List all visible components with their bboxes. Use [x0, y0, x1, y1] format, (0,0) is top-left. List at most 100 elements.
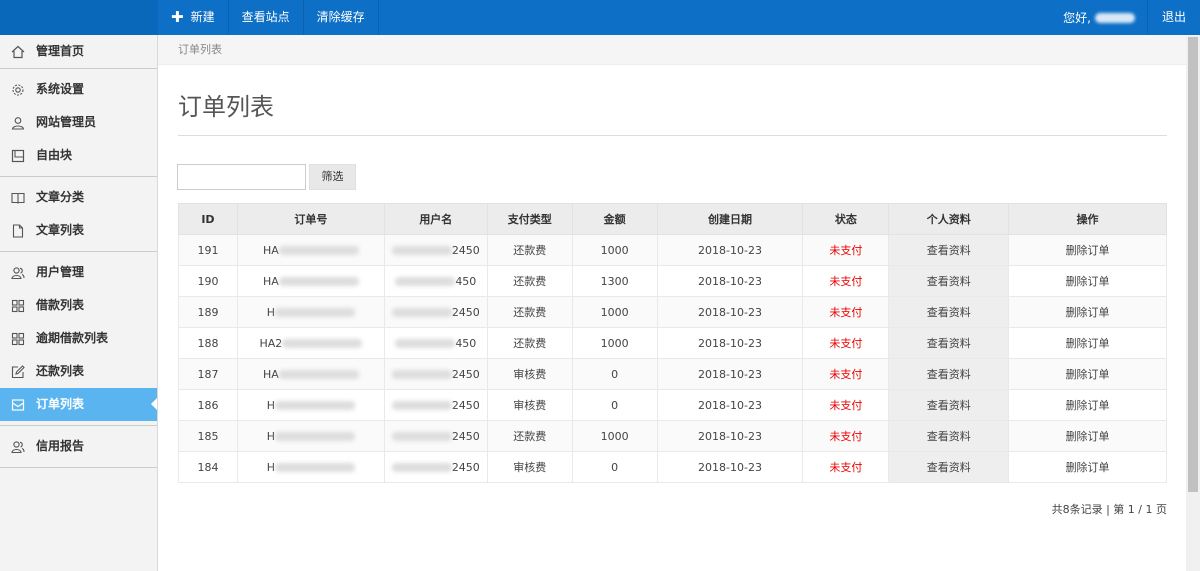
sidebar-item[interactable]: 文章分类	[0, 181, 157, 214]
view-profile-link[interactable]: 查看资料	[888, 451, 1010, 483]
table-row: 184 H 2450 审核费 0 2018-10-23 未支付 查看资料 删除订单	[178, 451, 1167, 483]
plus-icon: ✚	[171, 8, 184, 26]
delete-order-link[interactable]: 删除订单	[1008, 265, 1167, 297]
book-icon	[11, 191, 25, 205]
cell-amount: 1000	[571, 420, 658, 452]
sidebar-item[interactable]: 订单列表	[0, 388, 157, 421]
cell-username: 2450	[383, 389, 488, 421]
sidebar-item[interactable]: 文章列表	[0, 214, 157, 247]
username-suffix: 450	[455, 336, 477, 350]
view-profile-link[interactable]: 查看资料	[888, 327, 1010, 359]
home-icon	[11, 45, 25, 59]
order-no-redacted	[275, 462, 356, 472]
sidebar-item-label: 管理首页	[36, 44, 85, 58]
username-suffix: 2450	[451, 398, 480, 412]
clear-cache-button[interactable]: 清除缓存	[304, 0, 379, 35]
filter-input[interactable]	[177, 164, 306, 190]
cell-status: 未支付	[802, 358, 890, 390]
view-profile-link[interactable]: 查看资料	[888, 389, 1010, 421]
cell-pay-type: 还款费	[486, 327, 573, 359]
table-row: 190 HA 450 还款费 1300 2018-10-23 未支付 查看资料 删除订单	[178, 265, 1167, 297]
cell-id: 188	[178, 327, 238, 359]
order-prefix: H	[266, 460, 276, 474]
cell-amount: 1000	[571, 234, 658, 266]
order-no-redacted	[275, 431, 356, 441]
view-profile-link[interactable]: 查看资料	[888, 265, 1010, 297]
delete-order-link[interactable]: 删除订单	[1008, 327, 1167, 359]
cell-order-no: H	[236, 420, 385, 452]
cell-username: 2450	[383, 296, 488, 328]
new-label: 新建	[190, 10, 215, 24]
cell-id: 189	[178, 296, 238, 328]
view-site-link[interactable]: 查看站点	[229, 0, 304, 35]
cell-order-no: H	[236, 296, 385, 328]
gear-icon	[11, 83, 25, 97]
view-profile-link[interactable]: 查看资料	[888, 358, 1010, 390]
sidebar-item-label: 还款列表	[36, 364, 85, 378]
scrollbar-thumb[interactable]	[1188, 37, 1198, 492]
username-redacted	[391, 462, 452, 472]
inbox-icon	[11, 398, 25, 412]
pagination-info: 共8条记录 | 第 1 / 1 页	[1051, 503, 1167, 516]
orders-table: ID 订单号 用户名 支付类型 金额 创建日期 状态 个人资料 操作 191 HA 2450 还款费 1…	[178, 203, 1167, 483]
column-header: 金额	[571, 203, 658, 235]
delete-order-link[interactable]: 删除订单	[1008, 420, 1167, 452]
grid-icon	[11, 299, 25, 313]
view-profile-link[interactable]: 查看资料	[888, 420, 1010, 452]
username-suffix: 2450	[451, 429, 480, 443]
cell-date: 2018-10-23	[656, 265, 804, 297]
top-right: 您好, 退出	[1051, 0, 1200, 35]
delete-order-link[interactable]: 删除订单	[1008, 451, 1167, 483]
table-row: 188 HA2 450 还款费 1000 2018-10-23 未支付 查看资料 删除订单	[178, 327, 1167, 359]
new-button[interactable]: ✚ 新建	[158, 0, 229, 35]
cell-status: 未支付	[802, 327, 890, 359]
cell-status: 未支付	[802, 265, 890, 297]
cell-username: 450	[383, 265, 488, 297]
cell-date: 2018-10-23	[656, 296, 804, 328]
delete-order-link[interactable]: 删除订单	[1008, 296, 1167, 328]
grid-icon	[11, 332, 25, 346]
filter-button[interactable]: 筛选	[309, 164, 356, 190]
sidebar-item-label: 自由块	[36, 148, 73, 162]
username-suffix: 2450	[451, 367, 480, 381]
cell-pay-type: 还款费	[486, 420, 573, 452]
sidebar-item[interactable]: 管理首页	[0, 35, 157, 68]
cell-id: 186	[178, 389, 238, 421]
sidebar-item[interactable]: 信用报告	[0, 430, 157, 463]
sidebar-item-label: 信用报告	[36, 439, 85, 453]
greeting-text: 您好,	[1063, 11, 1091, 25]
column-header: 用户名	[383, 203, 488, 235]
cell-username: 2450	[383, 234, 488, 266]
users-icon	[11, 440, 25, 454]
table-row: 186 H 2450 审核费 0 2018-10-23 未支付 查看资料 删除订单	[178, 389, 1167, 421]
sidebar-item-label: 用户管理	[36, 265, 85, 279]
sidebar-item-label: 文章列表	[36, 223, 85, 237]
order-prefix: HA	[262, 243, 279, 257]
sidebar-item[interactable]: 借款列表	[0, 289, 157, 322]
logout-link[interactable]: 退出	[1146, 0, 1200, 35]
sidebar-item[interactable]: 用户管理	[0, 256, 157, 289]
delete-order-link[interactable]: 删除订单	[1008, 358, 1167, 390]
order-prefix: H	[266, 305, 276, 319]
cell-username: 2450	[383, 451, 488, 483]
sidebar-item[interactable]: 还款列表	[0, 355, 157, 388]
delete-order-link[interactable]: 删除订单	[1008, 389, 1167, 421]
cell-date: 2018-10-23	[656, 358, 804, 390]
username-redacted	[1094, 12, 1135, 23]
order-prefix: H	[266, 429, 276, 443]
cell-amount: 1000	[571, 327, 658, 359]
cell-order-no: HA2	[236, 327, 385, 359]
delete-order-link[interactable]: 删除订单	[1008, 234, 1167, 266]
sidebar-item[interactable]: 系统设置	[0, 73, 157, 106]
sidebar-group: 文章分类 文章列表	[0, 177, 157, 252]
cell-order-no: H	[236, 389, 385, 421]
cell-order-no: H	[236, 451, 385, 483]
sidebar-item-label: 文章分类	[36, 190, 85, 204]
vertical-scrollbar[interactable]	[1186, 35, 1200, 571]
sidebar-item[interactable]: 逾期借款列表	[0, 322, 157, 355]
view-profile-link[interactable]: 查看资料	[888, 234, 1010, 266]
sidebar-item[interactable]: 自由块	[0, 139, 157, 172]
sidebar-item[interactable]: 网站管理员	[0, 106, 157, 139]
cell-id: 191	[178, 234, 238, 266]
view-profile-link[interactable]: 查看资料	[888, 296, 1010, 328]
